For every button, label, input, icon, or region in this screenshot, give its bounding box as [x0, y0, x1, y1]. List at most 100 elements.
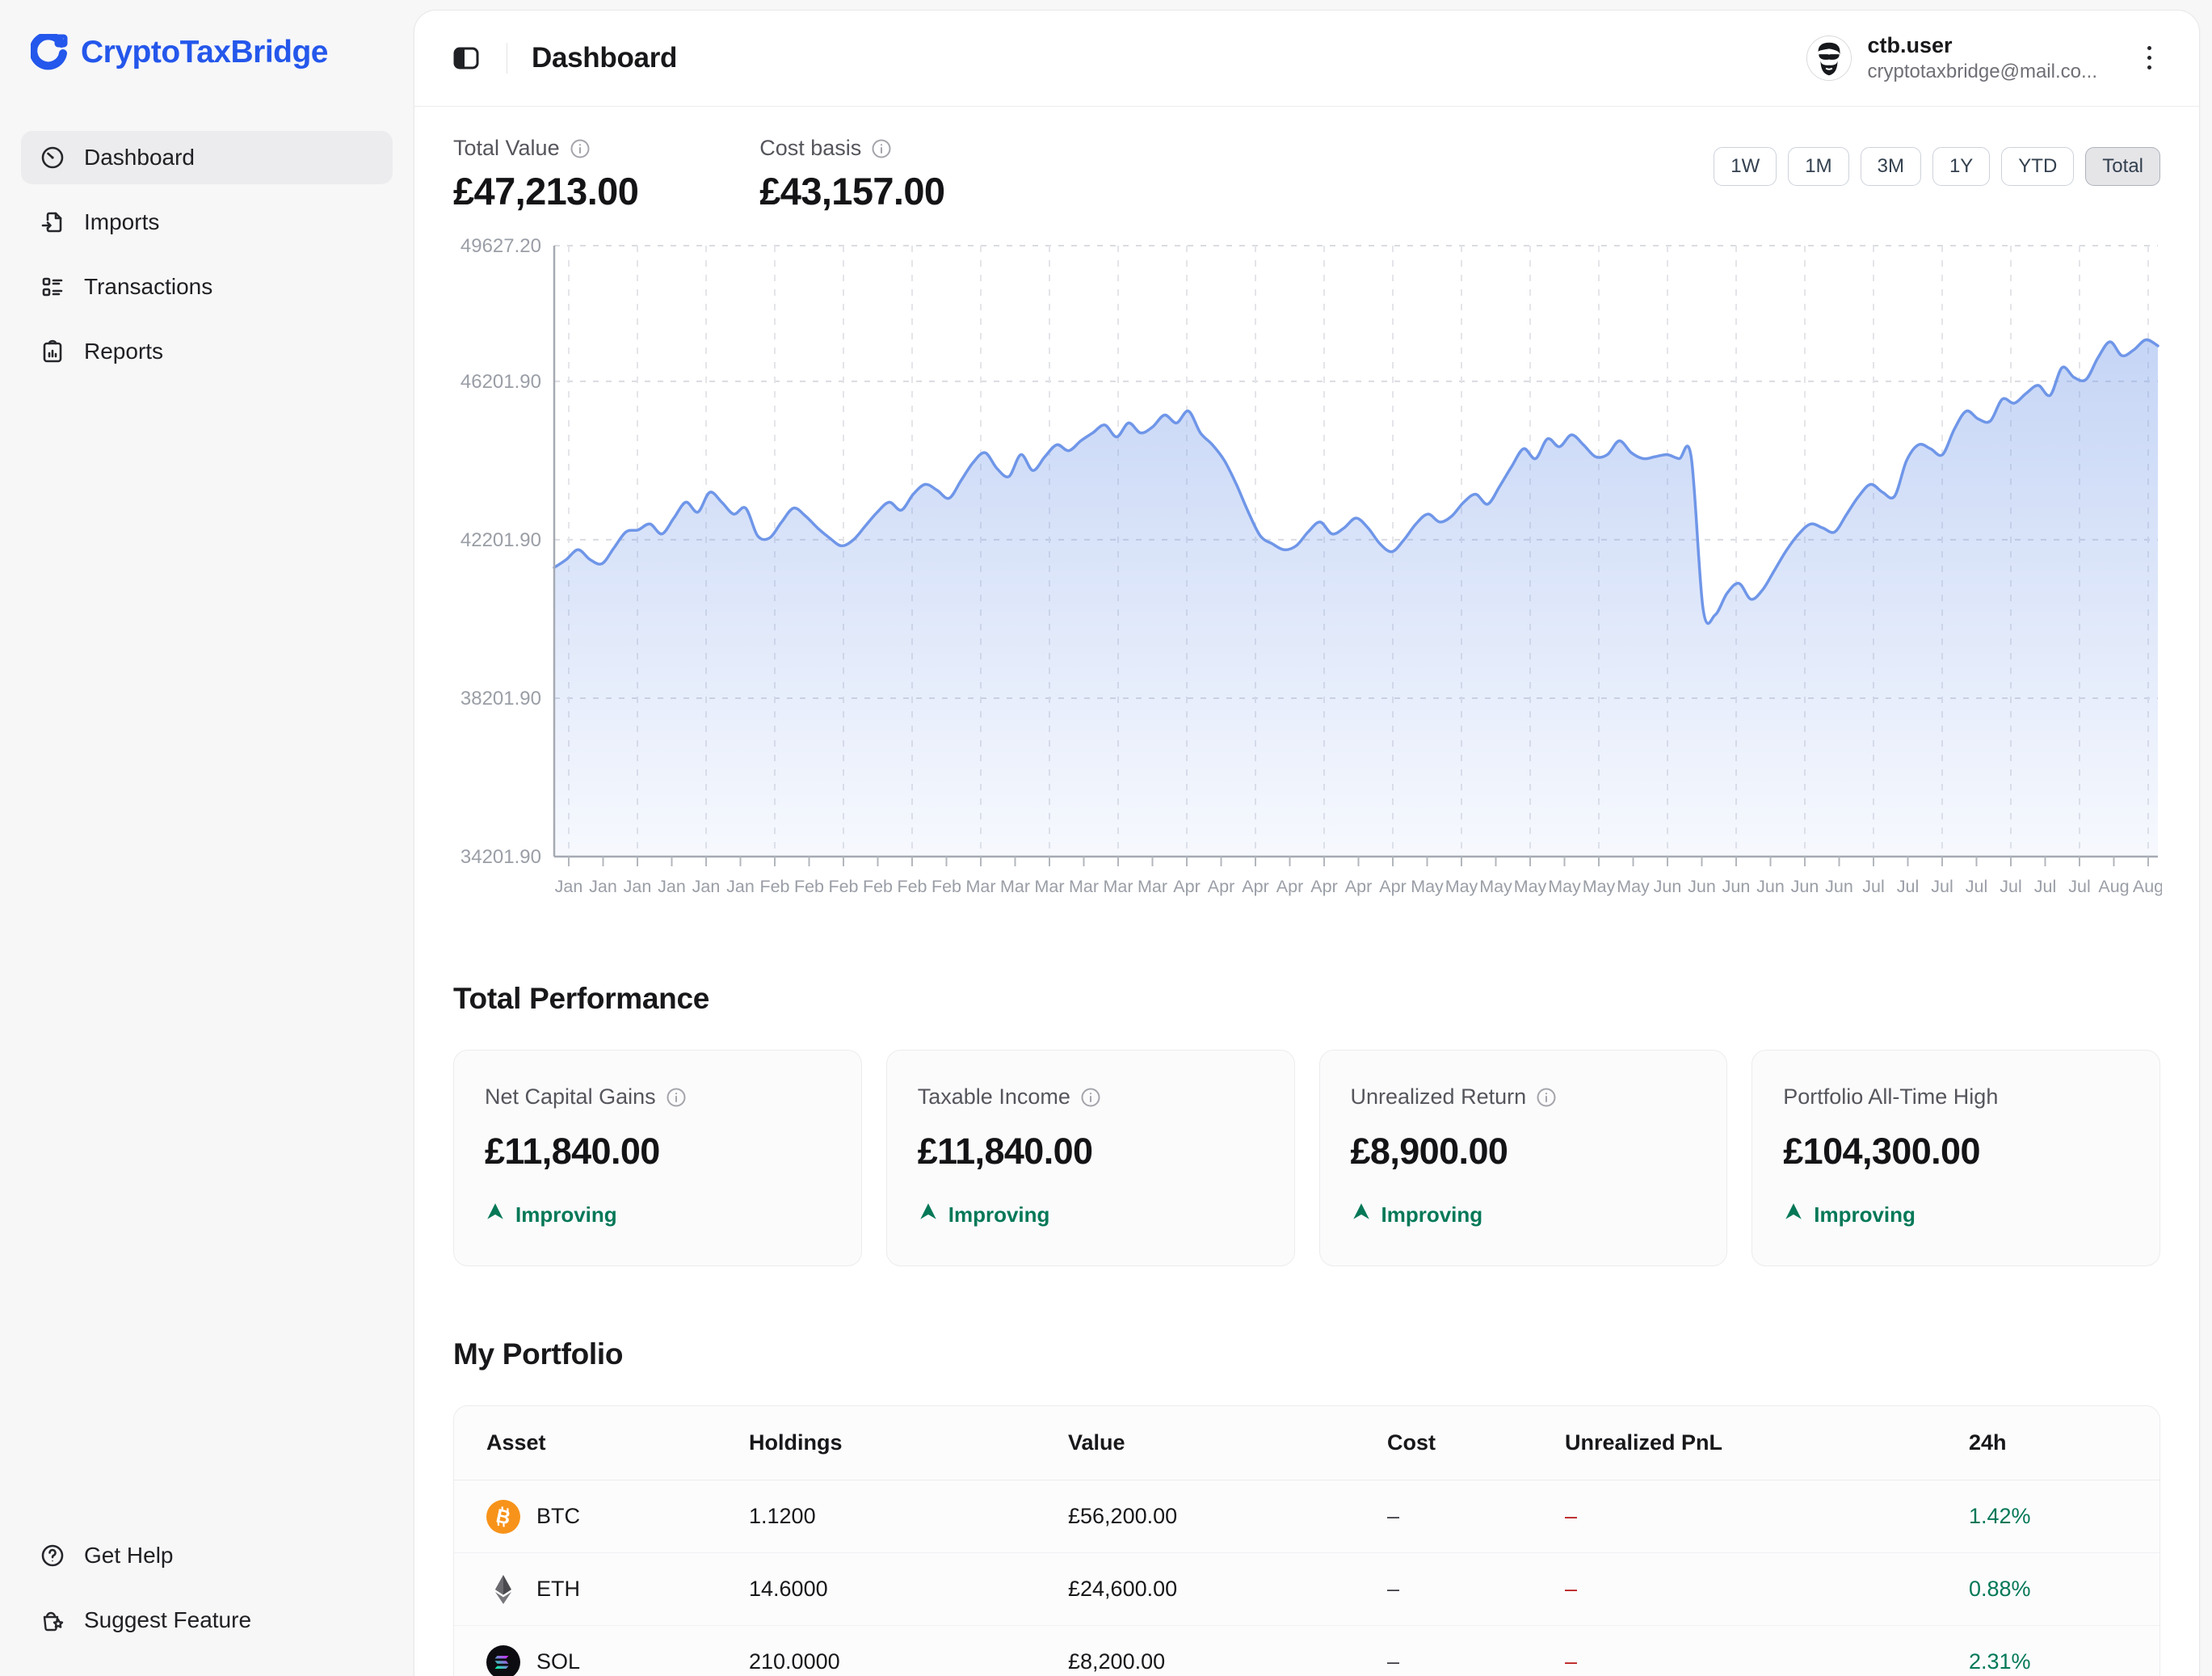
svg-text:Apr: Apr [1242, 877, 1268, 896]
user-name: ctb.user [1868, 34, 2097, 58]
sidebar-item-dashboard[interactable]: Dashboard [21, 131, 393, 184]
sidebar-item-transactions[interactable]: Transactions [21, 260, 393, 314]
column-header-holdings: Holdings [749, 1430, 1068, 1455]
asset-symbol: ETH [536, 1577, 580, 1602]
trend-badge: Improving [918, 1202, 1264, 1228]
sidebar-item-reports[interactable]: Reports [21, 325, 393, 378]
svg-text:Aug: Aug [2098, 877, 2129, 896]
info-icon[interactable] [1080, 1087, 1101, 1108]
performance-card-value: £11,840.00 [918, 1131, 1264, 1173]
sidebar-toggle-icon[interactable] [450, 42, 482, 74]
svg-text:Feb: Feb [794, 877, 824, 896]
svg-text:Jun: Jun [1654, 877, 1682, 896]
svg-text:Jun: Jun [1756, 877, 1785, 896]
svg-text:May: May [1514, 877, 1547, 896]
svg-text:Feb: Feb [931, 877, 961, 896]
column-header-24h: 24h [1969, 1430, 2127, 1455]
brand-name: CryptoTaxBridge [81, 35, 328, 70]
sidebar-item-imports[interactable]: Imports [21, 196, 393, 249]
svg-text:34201.90: 34201.90 [460, 846, 541, 868]
svg-text:Feb: Feb [863, 877, 893, 896]
range-button-ytd[interactable]: YTD [2001, 147, 2074, 186]
svg-text:Jul: Jul [2068, 877, 2090, 896]
asset-cell: B BTC [486, 1500, 749, 1534]
portfolio-table-header: AssetHoldingsValueCostUnrealized PnL24h [454, 1406, 2159, 1480]
sidebar-item-label: Get Help [84, 1543, 174, 1569]
performance-card-label: Unrealized Return [1351, 1084, 1527, 1110]
svg-text:Mar: Mar [1000, 877, 1030, 896]
info-icon[interactable] [570, 138, 591, 159]
user-avatar [1806, 36, 1852, 81]
sidebar-item-get-help[interactable]: Get Help [21, 1529, 393, 1582]
portfolio-value-chart[interactable]: 49627.2046201.9042201.9038201.9034201.90… [453, 233, 2160, 907]
sidebar-item-label: Suggest Feature [84, 1607, 251, 1633]
cost-cell: – [1387, 1649, 1565, 1674]
trend-label: Improving [515, 1202, 617, 1228]
svg-text:Jul: Jul [1931, 877, 1953, 896]
svg-text:Jan: Jan [624, 877, 652, 896]
stat-cost-basis-amount: £43,157.00 [759, 169, 944, 213]
value-cell: £8,200.00 [1068, 1649, 1387, 1674]
value-cell: £56,200.00 [1068, 1504, 1387, 1529]
svg-text:Jan: Jan [692, 877, 721, 896]
trend-up-icon [485, 1202, 506, 1228]
range-button-total[interactable]: Total [2085, 147, 2160, 186]
performance-card-unrealized-return: Unrealized Return £8,900.00 Improving [1319, 1050, 1728, 1266]
sidebar-item-label: Transactions [84, 274, 212, 300]
performance-card-label: Portfolio All-Time High [1783, 1084, 1998, 1110]
range-button-3m[interactable]: 3M [1861, 147, 1921, 186]
sidebar-item-suggest-feature[interactable]: Suggest Feature [21, 1594, 393, 1647]
info-icon[interactable] [871, 138, 892, 159]
sidebar-item-label: Imports [84, 209, 159, 235]
svg-text:Jul: Jul [1966, 877, 1987, 896]
svg-text:Jun: Jun [1722, 877, 1751, 896]
cost-cell: – [1387, 1504, 1565, 1529]
svg-text:38201.90: 38201.90 [460, 688, 541, 710]
svg-text:Apr: Apr [1379, 877, 1406, 896]
change-24h-cell: 1.42% [1969, 1504, 2127, 1529]
eth-coin-icon [486, 1573, 520, 1607]
svg-text:Jun: Jun [1688, 877, 1716, 896]
svg-text:Apr: Apr [1173, 877, 1200, 896]
time-range-group: 1W 1M 3M 1Y YTD Total [1714, 147, 2160, 186]
info-icon[interactable] [1536, 1087, 1557, 1108]
btc-coin-icon: B [486, 1500, 520, 1534]
svg-text:Jul: Jul [2000, 877, 2021, 896]
performance-card-label: Net Capital Gains [485, 1084, 656, 1110]
unrealized-pnl-cell: – [1565, 1577, 1969, 1602]
range-button-1m[interactable]: 1M [1788, 147, 1848, 186]
svg-text:Mar: Mar [1069, 877, 1099, 896]
chart-canvas[interactable]: 49627.2046201.9042201.9038201.9034201.90… [453, 233, 2162, 907]
column-header-unrealized-pnl: Unrealized PnL [1565, 1430, 1969, 1455]
asset-symbol: BTC [536, 1504, 580, 1529]
list-icon [39, 273, 66, 301]
portfolio-table-body: B BTC 1.1200 £56,200.00 – – 1.42% ETH 14… [454, 1480, 2159, 1676]
trend-label: Improving [1814, 1202, 1916, 1228]
table-row-eth[interactable]: ETH 14.6000 £24,600.00 – – 0.88% [454, 1553, 2159, 1626]
cost-cell: – [1387, 1577, 1565, 1602]
range-button-1y[interactable]: 1Y [1932, 147, 1990, 186]
svg-text:Jul: Jul [2034, 877, 2056, 896]
brand-logo[interactable]: CryptoTaxBridge [21, 24, 393, 81]
info-icon[interactable] [666, 1087, 687, 1108]
svg-text:Jun: Jun [1825, 877, 1853, 896]
performance-card-value: £11,840.00 [485, 1131, 831, 1173]
page-title: Dashboard [532, 42, 677, 74]
user-menu[interactable]: ctb.user cryptotaxbridge@mail.co... [1806, 34, 2164, 82]
kebab-menu-icon[interactable] [2134, 40, 2164, 76]
performance-card-value: £104,300.00 [1783, 1131, 2129, 1173]
svg-text:Jul: Jul [1897, 877, 1919, 896]
trend-up-icon [1783, 1202, 1804, 1228]
sidebar: CryptoTaxBridge Dashboard Imports Transa… [0, 0, 414, 1676]
performance-card-portfolio-all-time-high: Portfolio All-Time High £104,300.00 Impr… [1752, 1050, 2160, 1266]
table-row-sol[interactable]: SOL 210.0000 £8,200.00 – – 2.31% [454, 1626, 2159, 1676]
portfolio-heading: My Portfolio [453, 1337, 2160, 1371]
table-row-btc[interactable]: B BTC 1.1200 £56,200.00 – – 1.42% [454, 1480, 2159, 1553]
performance-card-label: Taxable Income [918, 1084, 1070, 1110]
svg-text:May: May [1583, 877, 1616, 896]
svg-text:Feb: Feb [897, 877, 927, 896]
performance-heading: Total Performance [453, 982, 2160, 1016]
range-button-1w[interactable]: 1W [1714, 147, 1777, 186]
column-header-cost: Cost [1387, 1430, 1565, 1455]
stat-cost-basis: Cost basis £43,157.00 [759, 136, 944, 213]
